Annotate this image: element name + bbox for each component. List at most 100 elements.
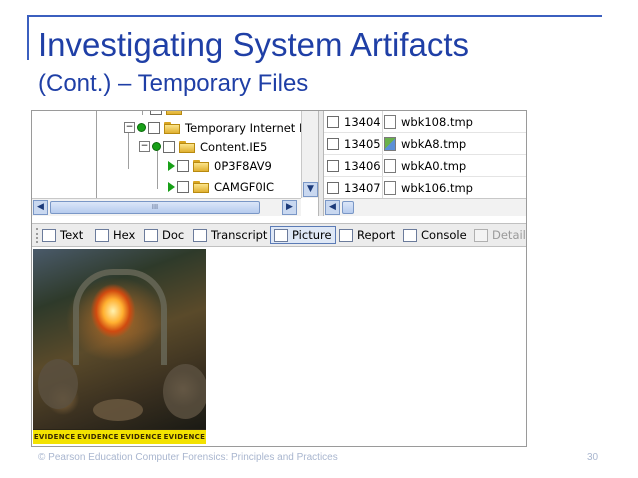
file-name: wbk108.tmp bbox=[401, 114, 473, 129]
tab-label: Details bbox=[492, 228, 526, 242]
thumb-grip: III bbox=[151, 203, 159, 211]
tree-node-label: Temporary Internet F bbox=[185, 120, 306, 135]
tree-checkbox[interactable] bbox=[163, 140, 175, 153]
tree-node-0p3f8av9[interactable]: 0P3F8AV9 bbox=[168, 156, 272, 175]
tab-label: Report bbox=[357, 228, 396, 242]
slide-footer: © Pearson Education Computer Forensics: … bbox=[38, 452, 338, 463]
title-rule bbox=[28, 15, 602, 17]
file-id: 13405 bbox=[344, 136, 381, 151]
preview-image-arch bbox=[73, 269, 167, 365]
picture-preview: EVIDENCE EVIDENCE EVIDENCE EVIDENCE bbox=[33, 249, 206, 444]
file-row[interactable]: 13404 wbk108.tmp bbox=[324, 111, 526, 133]
tree-node-partial[interactable] bbox=[150, 111, 187, 118]
tree-node-label: Content.IE5 bbox=[200, 139, 268, 154]
scrollbar-thumb[interactable]: III bbox=[50, 201, 260, 214]
tree-checkbox[interactable] bbox=[150, 111, 162, 115]
tab-label: Console bbox=[421, 228, 467, 242]
file-row[interactable]: 13407 wbk106.tmp bbox=[324, 177, 526, 198]
folder-icon bbox=[193, 180, 209, 193]
tab-picture[interactable]: Picture bbox=[270, 226, 336, 244]
text-icon bbox=[42, 228, 56, 242]
row-checkbox[interactable] bbox=[327, 181, 339, 194]
title-side-rule bbox=[27, 15, 29, 60]
file-row[interactable]: 13405 wbkA8.tmp bbox=[324, 133, 526, 155]
preview-image-detail bbox=[38, 359, 78, 409]
tab-text[interactable]: Text bbox=[42, 226, 83, 244]
file-id: 13407 bbox=[344, 180, 381, 195]
file-list: 13404 wbk108.tmp 13405 wbkA8.tmp 13406 w… bbox=[324, 111, 526, 198]
tree-checkbox[interactable] bbox=[148, 121, 160, 134]
scroll-left-icon[interactable]: ◀ bbox=[33, 200, 48, 215]
tree-horizontal-scrollbar[interactable]: ◀ III ▶ bbox=[32, 198, 301, 216]
scroll-left-icon[interactable]: ◀ bbox=[325, 200, 340, 215]
tab-label: Text bbox=[60, 228, 84, 242]
tab-label: Hex bbox=[113, 228, 136, 242]
scrollbar-thumb[interactable] bbox=[342, 201, 354, 214]
tree-guide-line bbox=[142, 111, 143, 115]
page-number: 30 bbox=[587, 452, 599, 463]
details-icon bbox=[474, 228, 488, 242]
document-icon bbox=[384, 114, 396, 129]
caption-word: EVIDENCE bbox=[77, 433, 119, 441]
tree-checkbox[interactable] bbox=[177, 180, 189, 193]
image-file-icon bbox=[384, 136, 396, 151]
transcript-icon bbox=[193, 228, 207, 242]
doc-icon bbox=[144, 228, 158, 242]
tree-checkbox[interactable] bbox=[177, 159, 189, 172]
row-checkbox[interactable] bbox=[327, 159, 339, 172]
tab-transcript[interactable]: Transcript bbox=[193, 226, 267, 244]
evidence-caption-strip: EVIDENCE EVIDENCE EVIDENCE EVIDENCE bbox=[33, 430, 206, 444]
tab-doc[interactable]: Doc bbox=[144, 226, 184, 244]
slide-title: Investigating System Artifacts bbox=[38, 26, 470, 63]
preview-image-detail bbox=[163, 364, 206, 419]
tab-hex[interactable]: Hex bbox=[95, 226, 135, 244]
console-icon bbox=[403, 228, 417, 242]
tree-node-temporary-internet-files[interactable]: − Temporary Internet F bbox=[124, 118, 306, 137]
file-row[interactable]: 13406 wbkA0.tmp bbox=[324, 155, 526, 177]
triangle-icon bbox=[168, 160, 175, 171]
file-name: wbk106.tmp bbox=[401, 180, 473, 195]
forensic-tool-screenshot: − Temporary Internet F − Content.IE5 0P3… bbox=[31, 110, 527, 447]
folder-tree: − Temporary Internet F − Content.IE5 0P3… bbox=[32, 111, 318, 198]
tree-vertical-scrollbar[interactable]: ▼ bbox=[301, 111, 318, 198]
collapse-icon[interactable]: − bbox=[139, 141, 150, 152]
picture-icon bbox=[274, 228, 288, 242]
folder-icon bbox=[193, 159, 209, 172]
caption-word: EVIDENCE bbox=[120, 433, 162, 441]
status-dot-icon bbox=[152, 142, 161, 151]
scroll-right-icon[interactable]: ▶ bbox=[282, 200, 297, 215]
toolbar-grip[interactable] bbox=[36, 228, 41, 243]
folder-icon bbox=[164, 121, 180, 134]
file-id: 13406 bbox=[344, 158, 381, 173]
scroll-down-icon[interactable]: ▼ bbox=[303, 182, 318, 197]
tab-label: Picture bbox=[292, 228, 332, 242]
file-name: wbkA0.tmp bbox=[401, 158, 467, 173]
tree-node-camgf0ic[interactable]: CAMGF0IC bbox=[168, 177, 274, 196]
tree-node-content-ie5[interactable]: − Content.IE5 bbox=[139, 137, 267, 156]
row-checkbox[interactable] bbox=[327, 115, 339, 128]
caption-word: EVIDENCE bbox=[163, 433, 206, 441]
slide-subtitle: (Cont.) – Temporary Files bbox=[38, 70, 309, 97]
tab-report[interactable]: Report bbox=[339, 226, 395, 244]
tab-label: Doc bbox=[162, 228, 185, 242]
view-tabs-toolbar: Text Hex Doc Transcript Picture Report C… bbox=[32, 223, 526, 247]
file-name: wbkA8.tmp bbox=[401, 136, 467, 151]
file-id: 13404 bbox=[344, 114, 381, 129]
tree-node-label: CAMGF0IC bbox=[214, 179, 275, 194]
hex-icon bbox=[95, 228, 109, 242]
collapse-icon[interactable]: − bbox=[124, 122, 135, 133]
document-icon bbox=[384, 180, 396, 195]
list-horizontal-scrollbar[interactable]: ◀ bbox=[324, 198, 526, 216]
folder-icon bbox=[179, 140, 195, 153]
tree-node-label: 0P3F8AV9 bbox=[214, 158, 272, 173]
document-icon bbox=[384, 158, 396, 173]
caption-word: EVIDENCE bbox=[33, 433, 76, 441]
tab-console[interactable]: Console bbox=[403, 226, 467, 244]
tab-details[interactable]: Details bbox=[474, 226, 526, 244]
preview-image-detail bbox=[93, 399, 143, 421]
tab-label: Transcript bbox=[211, 228, 268, 242]
report-icon bbox=[339, 228, 353, 242]
row-checkbox[interactable] bbox=[327, 137, 339, 150]
triangle-icon bbox=[168, 181, 175, 192]
status-dot-icon bbox=[137, 123, 146, 132]
